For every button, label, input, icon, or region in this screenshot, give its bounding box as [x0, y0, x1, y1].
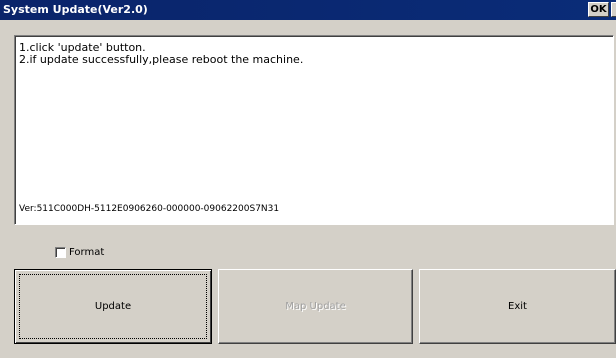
update-button[interactable]: Update — [14, 269, 212, 344]
format-option[interactable]: Format — [55, 245, 104, 259]
focus-rectangle — [19, 274, 207, 339]
map-update-button-label: Map Update — [285, 301, 346, 312]
exit-button[interactable]: Exit — [419, 269, 616, 344]
title-bar: System Update(Ver2.0) OK × — [0, 0, 616, 20]
instruction-line-2: 2.if update successfully,please reboot t… — [19, 53, 304, 66]
format-checkbox[interactable] — [55, 246, 66, 258]
ok-button[interactable]: OK — [588, 2, 609, 17]
close-button[interactable]: × — [611, 2, 616, 17]
exit-button-label: Exit — [508, 301, 527, 312]
instructions-textbox[interactable]: 1.click 'update' button. 2.if update suc… — [14, 35, 614, 225]
version-text: Ver:511C000DH-5112E0906260-000000-090622… — [19, 204, 280, 214]
map-update-button[interactable]: Map Update — [218, 269, 413, 344]
window-title: System Update(Ver2.0) — [3, 3, 148, 16]
format-label: Format — [69, 246, 105, 258]
